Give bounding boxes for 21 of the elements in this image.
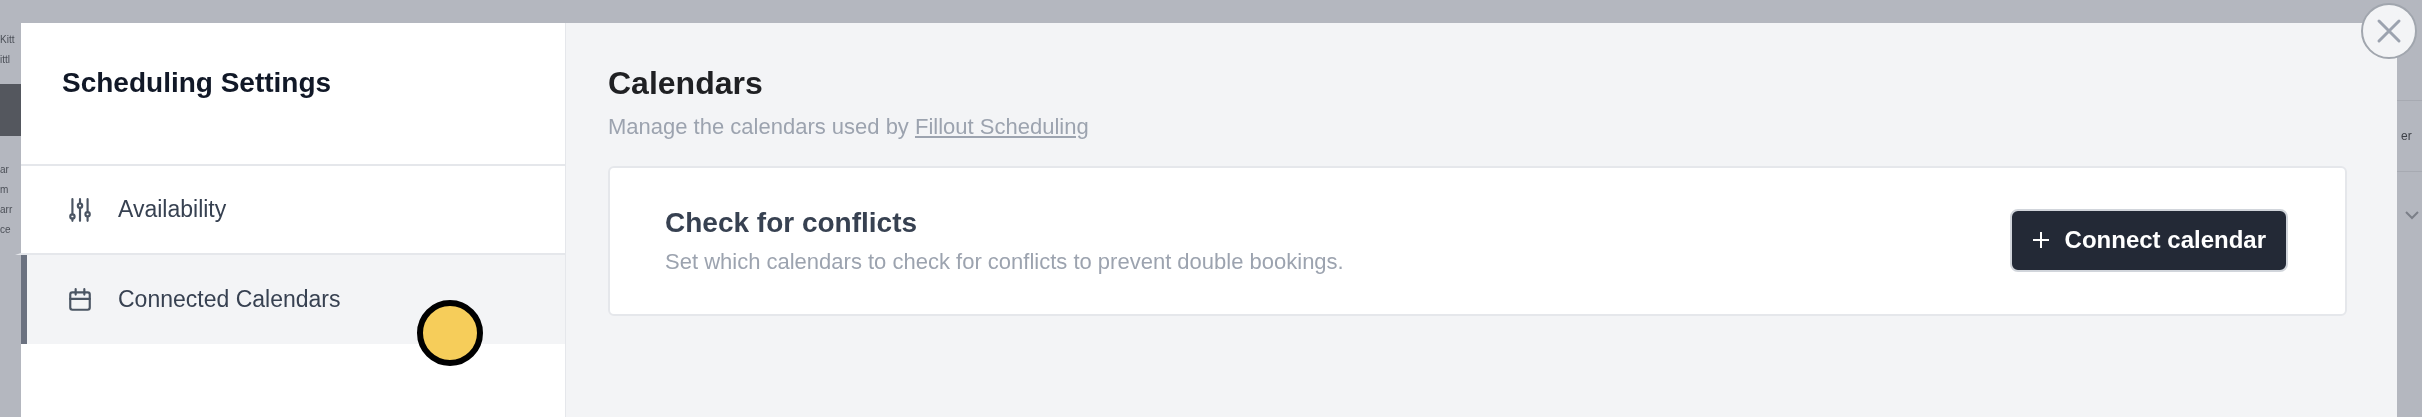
plus-icon	[2031, 231, 2050, 249]
background-text: m	[0, 184, 10, 196]
background-text: ittl	[0, 54, 11, 66]
card-title: Check for conflicts	[665, 207, 919, 239]
close-button[interactable]	[2361, 3, 2417, 59]
close-icon	[2376, 18, 2402, 44]
card-description: Set which calendars to check for conflicts to prevent double bookings.	[665, 249, 1344, 275]
connect-calendar-button[interactable]: Connect calendar	[2009, 208, 2288, 272]
background-text: ar	[0, 164, 10, 176]
background-text: ce	[0, 224, 12, 236]
page-subtitle: Manage the calendars used by Fillout Scheduling	[608, 114, 1090, 140]
chevron-icon	[2405, 210, 2419, 220]
sliders-icon	[67, 196, 93, 223]
background-text: er	[2400, 129, 2413, 143]
sidebar-item[interactable]: Connected Calendars	[21, 255, 565, 344]
background-text: Kitt	[0, 34, 16, 46]
dialog-title: Scheduling Settings	[62, 67, 332, 99]
page-title: Calendars	[608, 65, 764, 102]
calendar-icon	[67, 286, 93, 313]
background-text: arr	[0, 204, 14, 216]
background-bar	[0, 84, 21, 136]
